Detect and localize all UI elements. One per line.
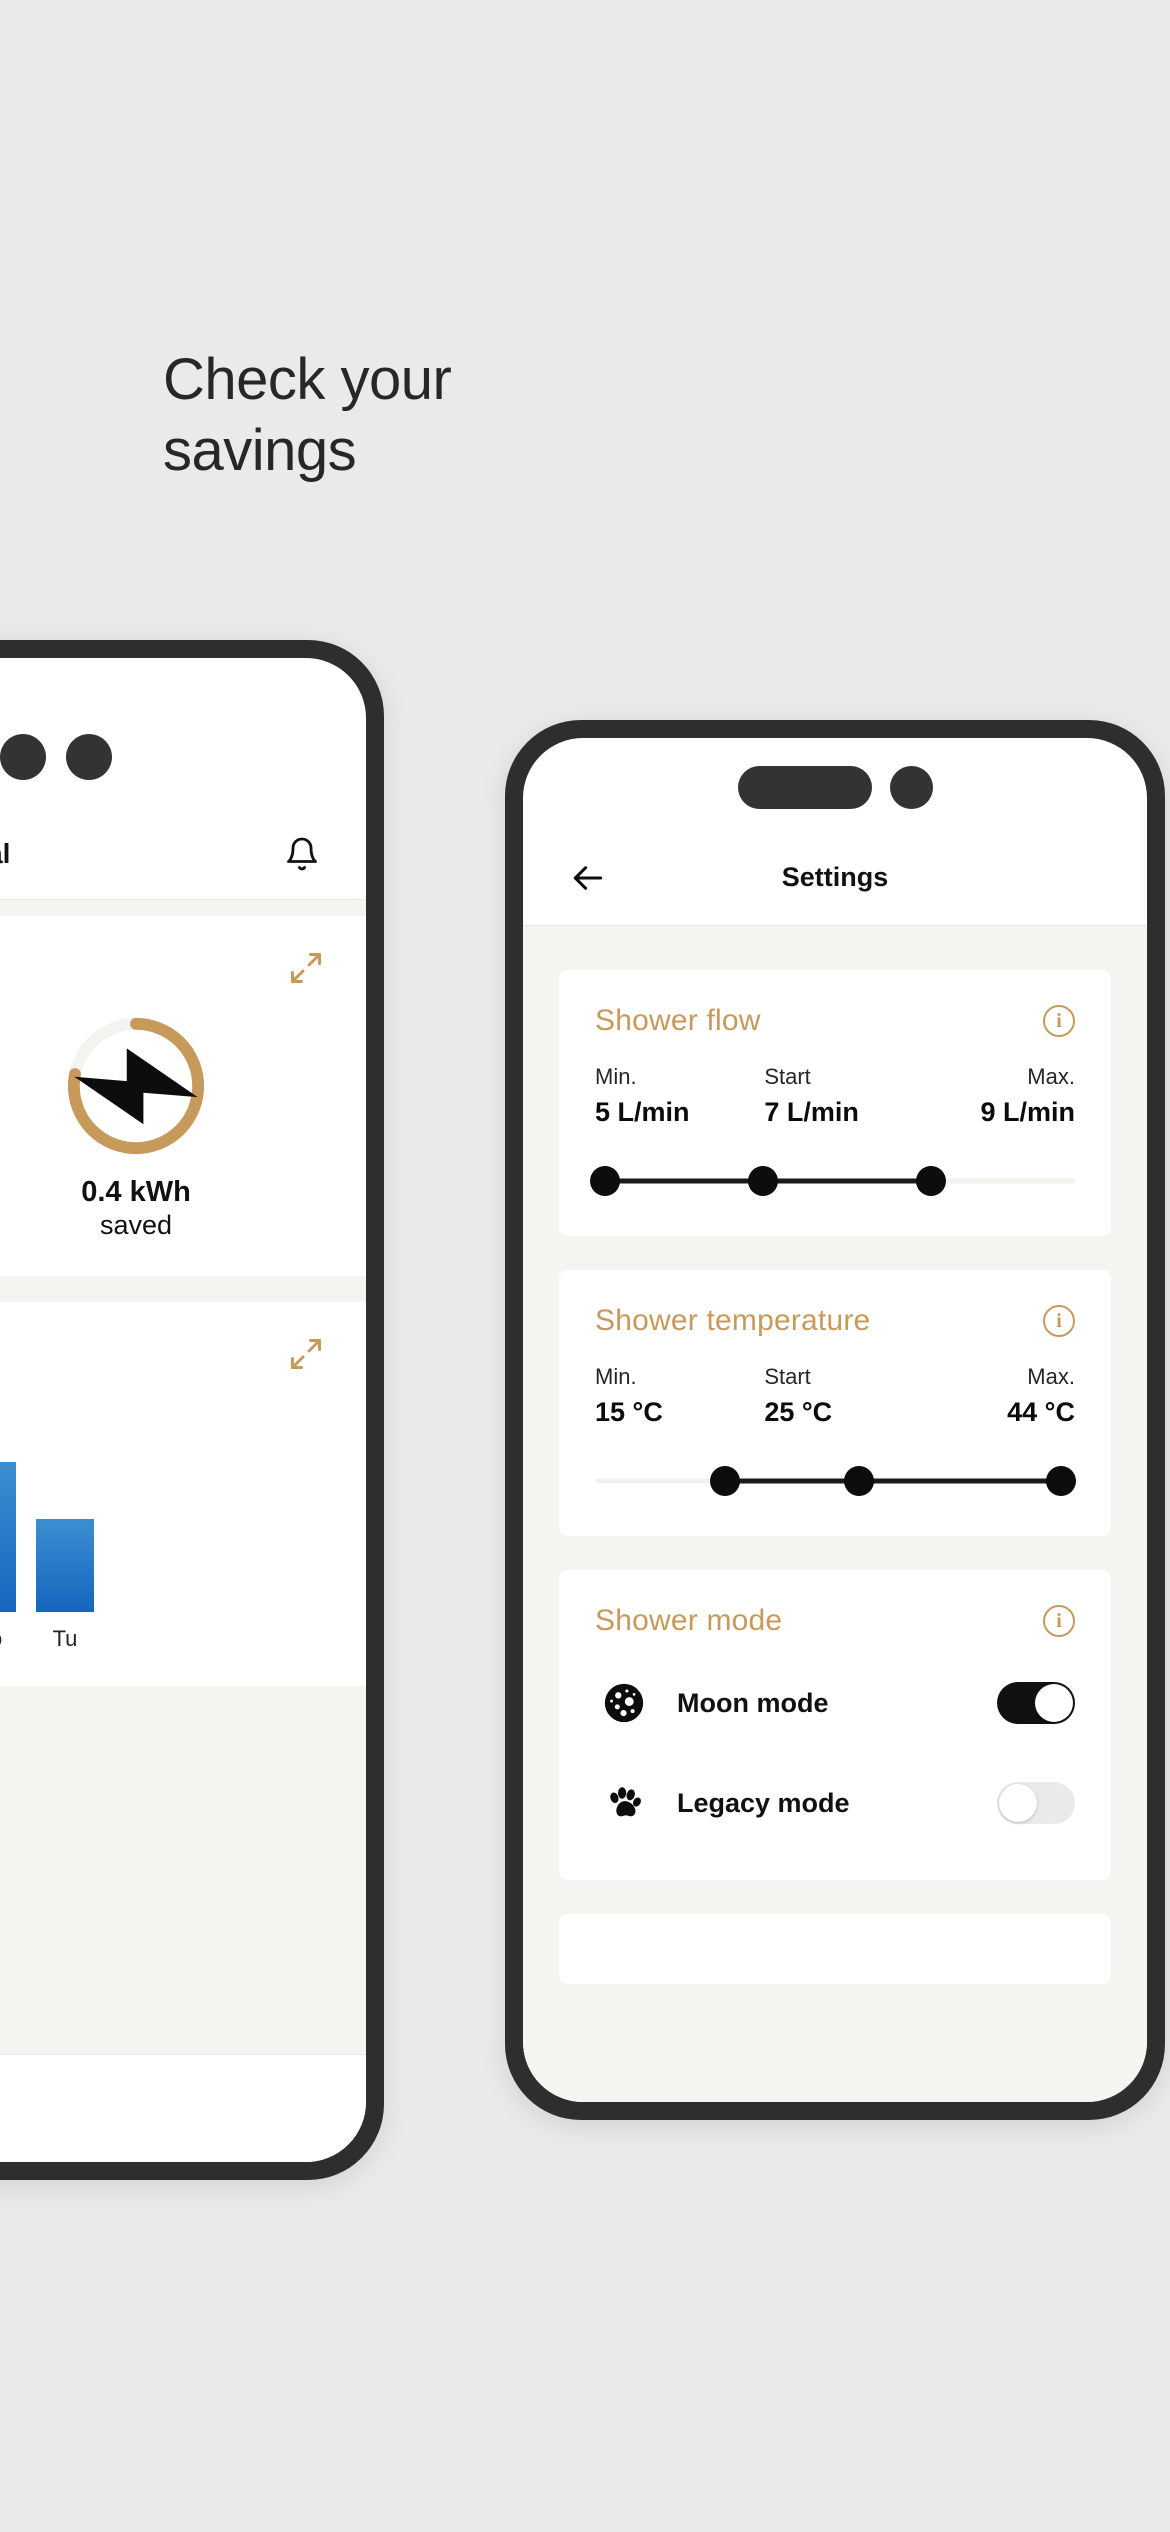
phone-device-dashboard: rbital t xyxy=(0,640,384,2180)
dashboard-bottom-nav xyxy=(0,2054,366,2162)
settings-screen: Settings Shower flow i Min. 5 L/min Star… xyxy=(523,738,1147,2102)
usage-card: 611.8 kWh SaSuMoTu xyxy=(0,1301,366,1686)
front-camera-dot xyxy=(889,766,933,809)
camera-dot xyxy=(66,734,112,780)
savings-card: t res ed xyxy=(0,916,366,1276)
info-icon[interactable]: i xyxy=(1043,1305,1075,1337)
toggle-knob xyxy=(999,1784,1037,1822)
value-min-number: 5 L/min xyxy=(595,1097,690,1127)
dynamic-island-pill xyxy=(737,766,872,809)
bar-column: Mo xyxy=(0,1442,16,1652)
gauge-ring-energy xyxy=(62,1012,210,1160)
brand-name: rbital xyxy=(0,837,11,869)
dynamic-island xyxy=(523,766,1147,809)
bar xyxy=(36,1518,94,1612)
card-header: Shower temperature i xyxy=(595,1304,1075,1338)
value-min: Min. 15 °C xyxy=(595,1364,750,1428)
phone-device-settings: Settings Shower flow i Min. 5 L/min Star… xyxy=(505,720,1165,2120)
card-next-partial xyxy=(559,1914,1111,1984)
card-shower-temperature: Shower temperature i Min. 15 °C Start 25… xyxy=(559,1270,1111,1536)
usage-unit: kWh xyxy=(0,1382,330,1416)
slider-thumb-2[interactable] xyxy=(1045,1466,1076,1496)
page-title-settings: Settings xyxy=(781,862,889,892)
info-icon[interactable]: i xyxy=(1043,1005,1075,1037)
card-title-shower-mode: Shower mode xyxy=(595,1604,783,1637)
bolt-icon xyxy=(62,1012,210,1160)
value-max-number: 9 L/min xyxy=(980,1097,1075,1127)
label-min: Min. xyxy=(595,1064,637,1089)
value-max: Max. 9 L/min xyxy=(920,1064,1075,1128)
card-header: Shower flow i xyxy=(595,1004,1075,1038)
gauge-energy: 0.4 kWh saved xyxy=(38,1012,234,1242)
toggle-legacy-mode[interactable] xyxy=(997,1782,1075,1824)
dashboard-header: rbital xyxy=(0,808,366,900)
mode-row-legacy[interactable]: Legacy mode xyxy=(595,1764,1075,1842)
expand-icon[interactable] xyxy=(288,950,324,986)
gauge-group: res ed xyxy=(0,1012,330,1242)
gauge-sub-energy: saved xyxy=(99,1210,173,1241)
page-title: Check your savings xyxy=(163,347,452,483)
value-start: Start 25 °C xyxy=(750,1364,919,1428)
slider-shower-flow[interactable] xyxy=(589,1164,1075,1198)
arrow-left-icon[interactable] xyxy=(569,859,607,897)
label-max: Max. xyxy=(1027,1364,1075,1389)
value-row: Min. 5 L/min Start 7 L/min Max. 9 L/min xyxy=(595,1064,1075,1128)
camera-dot xyxy=(0,734,46,780)
settings-nav-bar: Settings xyxy=(523,830,1147,926)
moon-icon xyxy=(601,1680,647,1726)
slider-shower-temperature[interactable] xyxy=(595,1464,1076,1498)
dashboard-content: t res ed xyxy=(0,900,366,2054)
value-start-number: 7 L/min xyxy=(764,1097,859,1127)
mode-label-moon: Moon mode xyxy=(677,1687,829,1718)
usage-bar-chart: SaSuMoTu xyxy=(0,1442,330,1652)
expand-icon[interactable] xyxy=(288,1336,324,1372)
value-min-number: 15 °C xyxy=(595,1397,663,1427)
slider-thumb-0[interactable] xyxy=(709,1466,740,1496)
card-shower-mode: Shower mode i Moon mode Legacy mode xyxy=(559,1570,1111,1880)
value-min: Min. 5 L/min xyxy=(595,1064,750,1128)
gauge-value-energy: 0.4 kWh xyxy=(81,1176,191,1208)
screenshot-stage: Check your savings rbital xyxy=(0,0,1170,2532)
settings-content: Shower flow i Min. 5 L/min Start 7 L/min xyxy=(523,926,1147,2102)
dashboard-screen: rbital t xyxy=(0,658,366,2162)
usage-value-row: 611.8 xyxy=(0,1332,330,1380)
label-start: Start xyxy=(764,1064,811,1089)
bar-label: Tu xyxy=(52,1625,78,1651)
slider-thumb-1[interactable] xyxy=(844,1466,874,1496)
value-max: Max. 44 °C xyxy=(920,1364,1075,1428)
label-min: Min. xyxy=(595,1364,637,1389)
info-icon[interactable]: i xyxy=(1043,1605,1075,1637)
card-header: Shower mode i xyxy=(595,1604,1075,1638)
mode-label-legacy: Legacy mode xyxy=(677,1787,850,1818)
value-start: Start 7 L/min xyxy=(750,1064,919,1128)
label-start: Start xyxy=(764,1364,811,1389)
value-max-number: 44 °C xyxy=(1007,1397,1075,1427)
toggle-knob xyxy=(1035,1684,1073,1722)
card-shower-flow: Shower flow i Min. 5 L/min Start 7 L/min xyxy=(559,970,1111,1236)
slider-thumb-2[interactable] xyxy=(916,1166,946,1196)
card-title-shower-flow: Shower flow xyxy=(595,1004,761,1037)
slider-thumb-1[interactable] xyxy=(748,1166,778,1196)
savings-card-title: t xyxy=(0,946,330,978)
slider-thumb-0[interactable] xyxy=(589,1166,620,1196)
value-row: Min. 15 °C Start 25 °C Max. 44 °C xyxy=(595,1364,1075,1428)
label-max: Max. xyxy=(1027,1064,1075,1089)
value-start-number: 25 °C xyxy=(764,1397,833,1427)
card-title-shower-temperature: Shower temperature xyxy=(595,1304,871,1337)
toggle-moon-mode[interactable] xyxy=(997,1682,1075,1724)
bar xyxy=(0,1461,16,1612)
bar-label: Mo xyxy=(0,1626,2,1652)
paw-icon xyxy=(601,1780,647,1826)
dashboard-camera-dots xyxy=(0,734,366,780)
mode-row-moon[interactable]: Moon mode xyxy=(595,1664,1075,1742)
bell-icon[interactable] xyxy=(284,836,320,872)
slider-fill xyxy=(724,1478,1061,1484)
bar-column: Tu xyxy=(36,1442,94,1652)
